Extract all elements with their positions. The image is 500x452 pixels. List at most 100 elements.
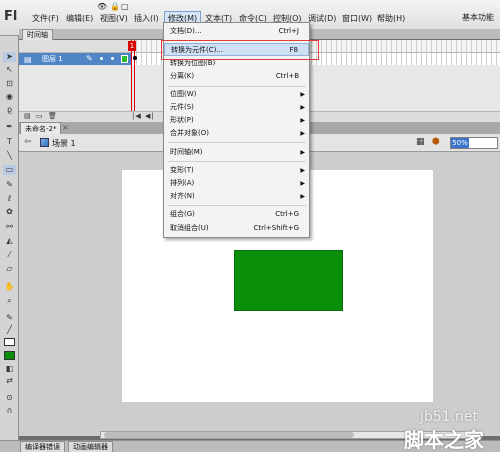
line-tool-icon[interactable]: ╲ <box>3 151 16 161</box>
menu-view[interactable]: 视图(V) <box>97 12 131 26</box>
zoom-tool-icon[interactable]: ⌕ <box>3 296 16 306</box>
menu-item-align[interactable]: 对齐(N) ▶ <box>164 190 309 203</box>
tab-motion-editor[interactable]: 动画编辑器 <box>68 441 113 452</box>
tab-timeline[interactable]: 时间轴 <box>22 29 53 40</box>
menu-file[interactable]: 文件(F) <box>29 12 62 26</box>
eyedropper-tool-icon[interactable]: ⁄ <box>3 250 16 260</box>
black-white-icon[interactable]: ◧ <box>3 364 16 374</box>
free-transform-tool-icon[interactable]: ⊡ <box>3 79 16 89</box>
keyframe[interactable] <box>133 56 137 60</box>
menu-item-break-apart[interactable]: 分离(K) Ctrl+B <box>164 70 309 83</box>
playback-controls[interactable]: |◀ ◀| <box>132 111 155 122</box>
text-tool-icon[interactable]: T <box>3 137 16 147</box>
outline-icon[interactable]: ▢ <box>121 2 129 11</box>
flash-logo: Fl <box>4 9 18 24</box>
menu-item-label: 排列(A) <box>170 179 195 187</box>
magnet-icon[interactable]: ∩ <box>3 406 16 416</box>
deco-tool-icon[interactable]: ✿ <box>3 207 16 217</box>
submenu-arrow-icon: ▶ <box>300 167 305 174</box>
brush-tool-icon[interactable]: ℓ <box>3 194 16 204</box>
menu-item-transform[interactable]: 变形(T) ▶ <box>164 164 309 177</box>
delete-layer-icon[interactable]: 🗑 <box>48 111 57 122</box>
scrollbar-thumb[interactable] <box>104 432 354 438</box>
layer-name[interactable]: 图层 1 <box>42 53 63 65</box>
menu-window[interactable]: 窗口(W) <box>339 12 375 26</box>
playhead-frame-number: 1 <box>128 41 136 51</box>
green-rectangle[interactable] <box>234 250 343 311</box>
stroke-line-icon: ╱ <box>7 325 12 334</box>
visibility-dot[interactable] <box>100 57 103 60</box>
eraser-tool-icon[interactable]: ▱ <box>3 264 16 274</box>
subselection-tool-icon[interactable]: ↖ <box>3 65 16 75</box>
menu-item-ungroup[interactable]: 取消组合(U) Ctrl+Shift+G <box>164 222 309 235</box>
pen-tool-icon[interactable]: ✒ <box>3 122 16 132</box>
menu-edit[interactable]: 编辑(E) <box>63 12 96 26</box>
paint-bucket-tool-icon[interactable]: ◭ <box>3 236 16 246</box>
menu-separator <box>168 205 306 206</box>
rectangle-tool-icon[interactable]: ▭ <box>3 165 16 175</box>
breadcrumb-scene[interactable]: 场景 1 <box>52 138 76 149</box>
menu-item-symbol[interactable]: 元件(S) ▶ <box>164 101 309 114</box>
close-tab-icon[interactable]: × <box>62 122 69 134</box>
submenu-arrow-icon: ▶ <box>300 149 305 156</box>
layer-row[interactable] <box>19 53 131 65</box>
submenu-arrow-icon: ▶ <box>300 193 305 200</box>
submenu-arrow-icon: ▶ <box>300 130 305 137</box>
new-folder-icon[interactable]: ▭ <box>36 111 43 122</box>
lock-dot[interactable] <box>111 57 114 60</box>
selection-tool-icon[interactable]: ➤ <box>3 52 16 62</box>
menu-separator <box>168 86 306 87</box>
playhead[interactable] <box>131 40 135 122</box>
menu-item-bitmap[interactable]: 位图(W) ▶ <box>164 88 309 101</box>
menu-item-label: 组合(G) <box>170 210 195 218</box>
tab-compiler-errors[interactable]: 编译器错误 <box>20 441 65 452</box>
menu-help[interactable]: 帮助(H) <box>374 12 408 26</box>
menu-item-shape[interactable]: 形状(P) ▶ <box>164 114 309 127</box>
edit-symbol-icon[interactable]: ⬢ <box>432 137 440 147</box>
menu-item-group[interactable]: 组合(G) Ctrl+G <box>164 208 309 221</box>
layer-icon: ▤ <box>24 55 32 64</box>
menu-item-label: 分离(K) <box>170 72 195 80</box>
layer-header <box>19 40 131 53</box>
stroke-color-swatch[interactable] <box>4 338 15 346</box>
swap-colors-icon[interactable]: ⇄ <box>3 376 16 386</box>
eye-icon[interactable]: 👁 <box>97 2 107 11</box>
watermark-url: jb51.net <box>420 409 479 425</box>
layer-outline-color[interactable] <box>121 55 128 63</box>
submenu-arrow-icon: ▶ <box>300 117 305 124</box>
submenu-arrow-icon: ▶ <box>300 180 305 187</box>
menu-insert[interactable]: 插入(I) <box>131 12 162 26</box>
menu-item-shortcut: Ctrl+J <box>278 27 299 35</box>
menu-item-label: 位图(W) <box>170 90 197 98</box>
menu-item-label: 文档(D)... <box>170 27 202 35</box>
stroke-color-icon[interactable]: ✎ <box>3 313 16 323</box>
menu-item-label: 变形(T) <box>170 166 194 174</box>
menu-item-document[interactable]: 文档(D)... Ctrl+J <box>164 25 309 38</box>
pencil-icon: ✎ <box>86 54 93 63</box>
menu-debug[interactable]: 调试(D) <box>305 12 339 26</box>
menu-item-label: 时间轴(M) <box>170 148 203 156</box>
highlight-annotation-box <box>161 40 319 60</box>
menu-item-label: 元件(S) <box>170 103 194 111</box>
menu-item-timeline[interactable]: 时间轴(M) ▶ <box>164 146 309 159</box>
bone-tool-icon[interactable]: ⚯ <box>3 222 16 232</box>
menu-item-shortcut: Ctrl+Shift+G <box>253 224 299 232</box>
scene-icon <box>40 138 49 147</box>
edit-scene-icon[interactable]: ▦ <box>416 137 425 147</box>
snap-icon[interactable]: ⊙ <box>3 393 16 403</box>
menu-item-combine-objects[interactable]: 合并对象(O) ▶ <box>164 127 309 140</box>
fill-color-swatch[interactable] <box>4 351 15 360</box>
lasso-tool-icon[interactable]: ϱ <box>3 105 16 115</box>
hand-tool-icon[interactable]: ✋ <box>3 282 16 292</box>
new-layer-icon[interactable]: ▤ <box>24 111 31 122</box>
menu-separator <box>168 142 306 143</box>
zoom-value[interactable]: 50% <box>451 138 469 148</box>
submenu-arrow-icon: ▶ <box>300 91 305 98</box>
menu-item-arrange[interactable]: 排列(A) ▶ <box>164 177 309 190</box>
tab-document[interactable]: 未命名-2* <box>20 122 62 134</box>
lock-icon[interactable]: 🔒 <box>110 2 120 11</box>
pencil-tool-icon[interactable]: ✎ <box>3 180 16 190</box>
back-arrow-icon[interactable]: ⇦ <box>24 137 32 147</box>
workspace-switcher[interactable]: 基本功能 <box>462 12 494 23</box>
3d-rotation-tool-icon[interactable]: ◉ <box>3 92 16 102</box>
